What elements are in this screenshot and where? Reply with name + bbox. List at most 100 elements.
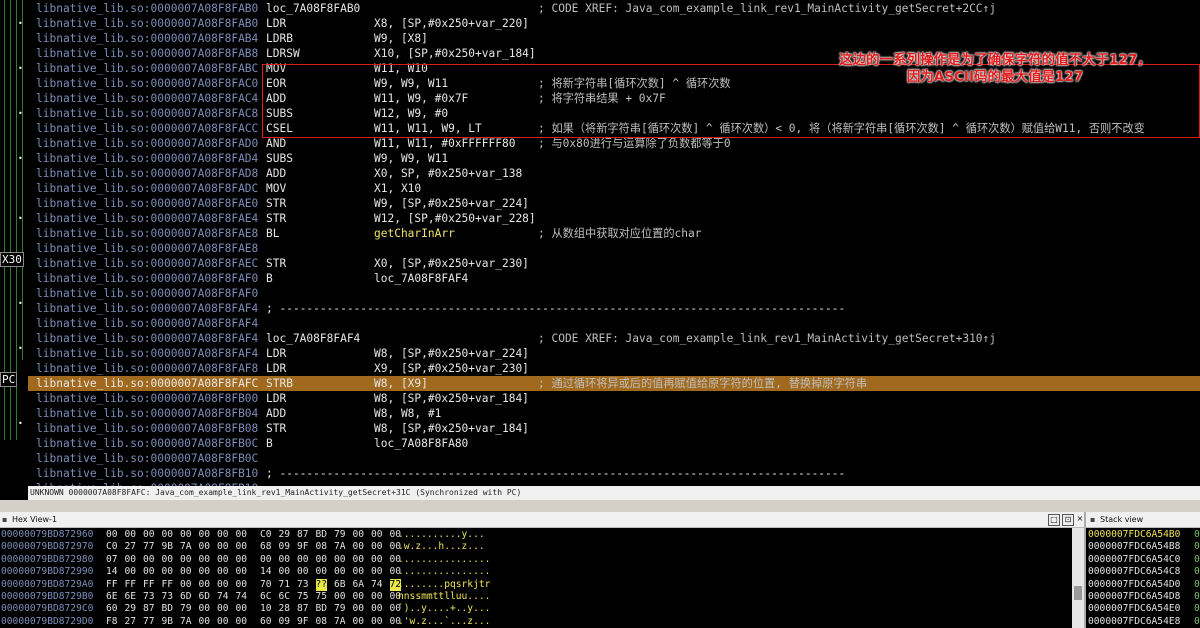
disasm-line[interactable]: libnative_lib.so:0000007A08F8FAD4 SUBS W9,… xyxy=(28,151,1200,166)
hex-byte[interactable]: 00 xyxy=(217,579,229,591)
hex-byte[interactable]: 00 xyxy=(316,554,328,566)
hex-byte[interactable]: 00 xyxy=(236,554,248,566)
hex-byte[interactable]: 73 xyxy=(162,591,174,603)
hex-byte[interactable]: 74 xyxy=(371,579,383,591)
hex-row[interactable]: 00000079BD8729D0 F8 27 77 9B 7A 00 00 00 60 09 9F 08… xyxy=(0,616,1072,628)
hex-byte[interactable]: 74 xyxy=(217,591,229,603)
hex-byte[interactable]: 00 xyxy=(199,566,211,578)
disasm-line[interactable]: libnative_lib.so:0000007A08F8FADC MOV X1, … xyxy=(28,181,1200,196)
disasm-line[interactable]: libnative_lib.so:0000007A08F8FAF4 LDR W8, … xyxy=(28,346,1200,361)
disasm-line[interactable]: libnative_lib.so:0000007A08F8FAF4 xyxy=(28,316,1200,331)
hex-byte[interactable]: 00 xyxy=(279,566,291,578)
stack-row[interactable]: 0000007FDC6A54D0 00 xyxy=(1088,579,1200,591)
hex-byte[interactable]: 75 xyxy=(316,591,328,603)
hex-byte[interactable]: 00 xyxy=(236,566,248,578)
disasm-line[interactable]: libnative_lib.so:0000007A08F8FAF4 loc_7A0… xyxy=(28,331,1200,346)
disasm-line[interactable]: libnative_lib.so:0000007A08F8FAF8 LDR X9, … xyxy=(28,361,1200,376)
hex-byte[interactable]: 29 xyxy=(125,603,137,615)
hex-byte[interactable]: 00 xyxy=(162,554,174,566)
panel-splitter[interactable] xyxy=(0,500,1200,512)
hex-byte[interactable]: 6C xyxy=(260,591,272,603)
hex-byte[interactable]: 7A xyxy=(180,616,192,628)
disasm-line[interactable]: libnative_lib.so:0000007A08F8FAF4 ; -----… xyxy=(28,301,1200,316)
disasm-line[interactable]: libnative_lib.so:0000007A08F8FB00 LDR W8, … xyxy=(28,391,1200,406)
disasm-line[interactable]: libnative_lib.so:0000007A08F8FAD8 ADD X0, … xyxy=(28,166,1200,181)
hex-byte[interactable]: 00 xyxy=(199,554,211,566)
disasm-line[interactable]: libnative_lib.so:0000007A08F8FAB4 LDRB W9,… xyxy=(28,31,1200,46)
hex-byte[interactable]: 7A xyxy=(334,616,346,628)
disasm-line[interactable]: libnative_lib.so:0000007A08F8FAB0 LDR X8, … xyxy=(28,16,1200,31)
hex-byte[interactable]: 00 xyxy=(371,554,383,566)
hex-byte[interactable]: 87 xyxy=(143,603,155,615)
disasm-line[interactable]: libnative_lib.so:0000007A08F8FAFC STRB W8,… xyxy=(28,376,1200,391)
hex-byte[interactable]: 00 xyxy=(236,529,248,541)
hex-byte[interactable]: 00 xyxy=(353,603,365,615)
hex-byte[interactable]: 00 xyxy=(371,566,383,578)
stack-row[interactable]: 0000007FDC6A54B0 00 xyxy=(1088,529,1200,541)
x30-register-marker[interactable]: X30 xyxy=(0,252,24,267)
hex-byte[interactable]: 77 xyxy=(143,616,155,628)
hex-byte[interactable]: 09 xyxy=(279,541,291,553)
hex-byte[interactable]: 00 xyxy=(371,591,383,603)
hex-byte[interactable]: 00 xyxy=(217,616,229,628)
hex-byte[interactable]: 00 xyxy=(236,603,248,615)
hex-byte[interactable]: 27 xyxy=(125,541,137,553)
hex-byte[interactable]: 00 xyxy=(217,603,229,615)
hex-byte[interactable]: BD xyxy=(162,603,174,615)
hex-byte[interactable]: 87 xyxy=(297,603,309,615)
hex-byte[interactable]: 00 xyxy=(199,541,211,553)
hex-row[interactable]: 00000079BD872960 00 00 00 00 00 00 00 00 C0 29 87 BD… xyxy=(0,529,1072,541)
hex-byte[interactable]: 6D xyxy=(199,591,211,603)
hex-byte[interactable]: 70 xyxy=(260,579,272,591)
disasm-line[interactable]: libnative_lib.so:0000007A08F8FAB0 loc_7A0… xyxy=(28,1,1200,16)
disasm-line[interactable]: libnative_lib.so:0000007A08F8FAE4 STR W12,… xyxy=(28,211,1200,226)
hex-byte[interactable]: 00 xyxy=(279,554,291,566)
hex-byte[interactable]: 6D xyxy=(180,591,192,603)
hex-byte[interactable]: 6E xyxy=(125,591,137,603)
hex-byte[interactable]: 00 xyxy=(106,529,118,541)
hex-byte[interactable]: 00 xyxy=(297,566,309,578)
hex-byte[interactable]: FF xyxy=(125,579,137,591)
hex-byte[interactable]: 00 xyxy=(334,566,346,578)
hex-byte[interactable]: 9F xyxy=(297,616,309,628)
hex-byte[interactable]: 00 xyxy=(199,579,211,591)
hex-byte[interactable]: 08 xyxy=(316,541,328,553)
hex-byte[interactable]: 00 xyxy=(143,554,155,566)
hex-byte[interactable]: 00 xyxy=(236,579,248,591)
hex-byte[interactable]: 00 xyxy=(297,554,309,566)
hex-byte[interactable]: 7A xyxy=(334,541,346,553)
hex-byte[interactable]: 00 xyxy=(217,541,229,553)
hex-byte[interactable]: 00 xyxy=(199,603,211,615)
disasm-line[interactable]: libnative_lib.so:0000007A08F8FB0C Bloc_7A… xyxy=(28,436,1200,451)
hex-view-body[interactable]: 00000079BD872960 00 00 00 00 00 00 00 00 C0 29 87 BD… xyxy=(0,528,1072,628)
hex-byte[interactable]: 00 xyxy=(334,554,346,566)
disasm-line[interactable]: libnative_lib.so:0000007A08F8FAE8 BL getCh… xyxy=(28,226,1200,241)
hex-view-scrollbar[interactable] xyxy=(1072,528,1084,628)
hex-byte[interactable]: 00 xyxy=(125,566,137,578)
stack-row[interactable]: 0000007FDC6A54E8 00 xyxy=(1088,616,1200,628)
hex-view-title[interactable]: Hex View-1 xyxy=(12,512,57,528)
scrollbar-thumb[interactable] xyxy=(1074,586,1082,600)
stack-row[interactable]: 0000007FDC6A54E0 00 xyxy=(1088,603,1200,615)
hex-byte[interactable]: 00 xyxy=(180,554,192,566)
hex-byte[interactable]: 09 xyxy=(279,616,291,628)
disasm-line[interactable]: libnative_lib.so:0000007A08F8FAEC STR X0, … xyxy=(28,256,1200,271)
hex-byte[interactable]: 73 xyxy=(143,591,155,603)
hex-byte[interactable]: 08 xyxy=(316,616,328,628)
hex-byte[interactable]: FF xyxy=(106,579,118,591)
hex-byte[interactable]: 00 xyxy=(217,554,229,566)
hex-byte[interactable]: 00 xyxy=(180,529,192,541)
hex-byte[interactable]: 6B xyxy=(334,579,346,591)
hex-byte[interactable]: 00 xyxy=(143,529,155,541)
hex-byte[interactable]: 00 xyxy=(371,529,383,541)
hex-byte[interactable]: 9B xyxy=(162,616,174,628)
hex-byte[interactable]: 00 xyxy=(353,529,365,541)
hex-byte[interactable]: 79 xyxy=(180,603,192,615)
hex-byte[interactable]: 77 xyxy=(143,541,155,553)
disasm-line[interactable]: libnative_lib.so:0000007A08F8FB08 STR W8, … xyxy=(28,421,1200,436)
hex-byte[interactable]: 71 xyxy=(279,579,291,591)
hex-byte[interactable]: 00 xyxy=(180,566,192,578)
hex-byte[interactable]: 00 xyxy=(236,616,248,628)
hex-byte[interactable]: 79 xyxy=(334,603,346,615)
hex-byte[interactable]: 00 xyxy=(143,566,155,578)
